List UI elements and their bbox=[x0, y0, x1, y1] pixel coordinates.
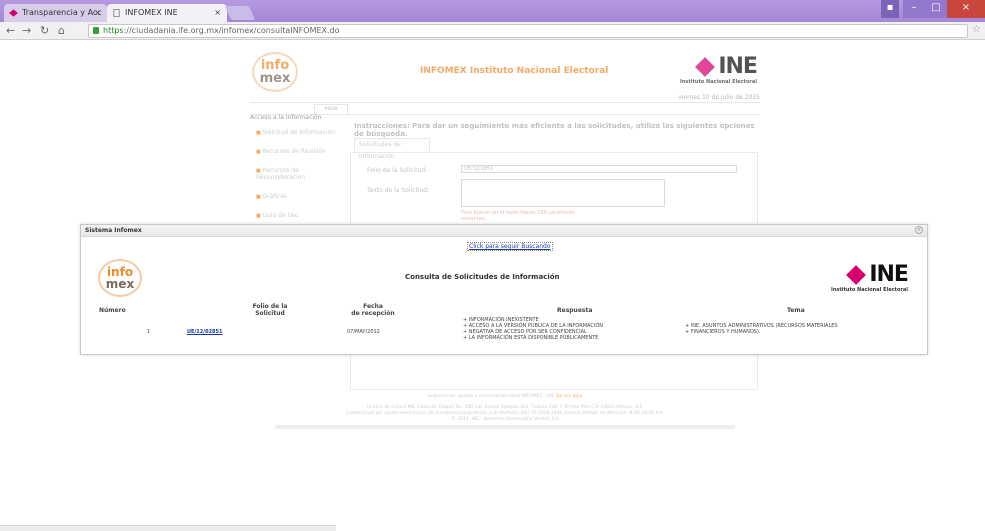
tab-transparencia[interactable]: Transparencia y Acc × bbox=[4, 4, 107, 22]
ine-subtitle: Instituto Nacional Electoral bbox=[831, 287, 908, 293]
close-window-icon[interactable]: × bbox=[947, 0, 985, 18]
col-header-fecha: Fecha de recepción bbox=[333, 303, 413, 317]
dialog-title: Sistema Infomex bbox=[85, 227, 142, 234]
tab-label: Transparencia y Acc bbox=[22, 8, 102, 17]
user-icon[interactable]: ▪ bbox=[881, 0, 899, 18]
maximize-icon[interactable]: □ bbox=[925, 0, 947, 18]
folio-link[interactable]: UE/12/02851 bbox=[187, 329, 222, 335]
status-bar bbox=[0, 525, 336, 531]
infomex-logo: info mex bbox=[98, 259, 142, 297]
logo-line2: mex bbox=[105, 277, 135, 291]
dialog-titlebar: Sistema Infomex × bbox=[81, 225, 927, 237]
cell-fecha: 07/MAY/2012 bbox=[347, 329, 380, 335]
ine-word: INE bbox=[869, 262, 909, 287]
cell-respuesta: + INFORMACIÓN INEXISTENTE + ACCESO A LA … bbox=[463, 317, 603, 341]
col-header-fecha-line2: de recepción bbox=[351, 310, 395, 317]
lock-icon bbox=[93, 27, 99, 34]
address-bar[interactable]: https://ciudadania.ife.org.mx/infomex/co… bbox=[88, 24, 968, 38]
browser-toolbar: ← → ↻ ⌂ https://ciudadania.ife.org.mx/in… bbox=[0, 22, 985, 40]
back-arrow-icon[interactable]: ← bbox=[6, 24, 15, 38]
col-header-folio-line1: Folio de la bbox=[252, 303, 288, 310]
reload-icon[interactable]: ↻ bbox=[40, 24, 49, 38]
forward-arrow-icon[interactable]: → bbox=[22, 24, 31, 38]
url-rest: ://ciudadania.ife.org.mx/infomex/consult… bbox=[123, 26, 340, 35]
col-header-folio: Folio de la Solicitud bbox=[225, 303, 315, 317]
page-icon bbox=[113, 9, 120, 17]
continue-search-link[interactable]: Click para seguir Buscando bbox=[467, 242, 553, 251]
col-header-folio-line2: Solicitud bbox=[255, 310, 285, 317]
cell-tema: + INE. ASUNTOS ADMINISTRATIVOS (RECURSOS… bbox=[685, 323, 838, 335]
tema-line: + FINANCIEROS Y HUMANOS). bbox=[685, 329, 761, 335]
col-header-respuesta: Respuesta bbox=[557, 307, 593, 314]
col-header-tema: Tema bbox=[787, 307, 805, 314]
ine-diamond-icon bbox=[846, 264, 867, 285]
ine-favicon-icon bbox=[9, 9, 18, 17]
browser-tabbar: Transparencia y Acc × INFOMEX INE × ▪ – … bbox=[0, 0, 985, 22]
bookmark-star-icon[interactable]: ☆ bbox=[972, 24, 981, 35]
col-header-fecha-line1: Fecha bbox=[363, 303, 383, 310]
ine-logo: INE Instituto Nacional Electoral bbox=[831, 262, 909, 293]
col-header-numero: Número bbox=[99, 307, 126, 314]
cell-numero: 1 bbox=[147, 329, 151, 335]
window-controls: ▪ – □ × bbox=[881, 0, 985, 18]
respuesta-line: + LA INFORMACIÓN ESTÁ DISPONIBLE PÚBLICA… bbox=[463, 335, 599, 341]
home-icon[interactable]: ⌂ bbox=[58, 24, 65, 38]
url-scheme: https bbox=[103, 26, 124, 35]
tab-label: INFOMEX INE bbox=[125, 8, 178, 17]
new-tab-button[interactable] bbox=[224, 6, 256, 20]
minimize-icon[interactable]: – bbox=[903, 0, 925, 18]
close-icon[interactable]: × bbox=[214, 4, 221, 22]
tab-infomex[interactable]: INFOMEX INE × bbox=[107, 4, 227, 22]
infomex-dialog: Sistema Infomex × Click para seguir Busc… bbox=[80, 224, 928, 355]
dialog-heading: Consulta de Solicitudes de Información bbox=[405, 273, 560, 281]
close-icon[interactable]: × bbox=[94, 4, 101, 22]
close-icon[interactable]: × bbox=[915, 226, 923, 234]
